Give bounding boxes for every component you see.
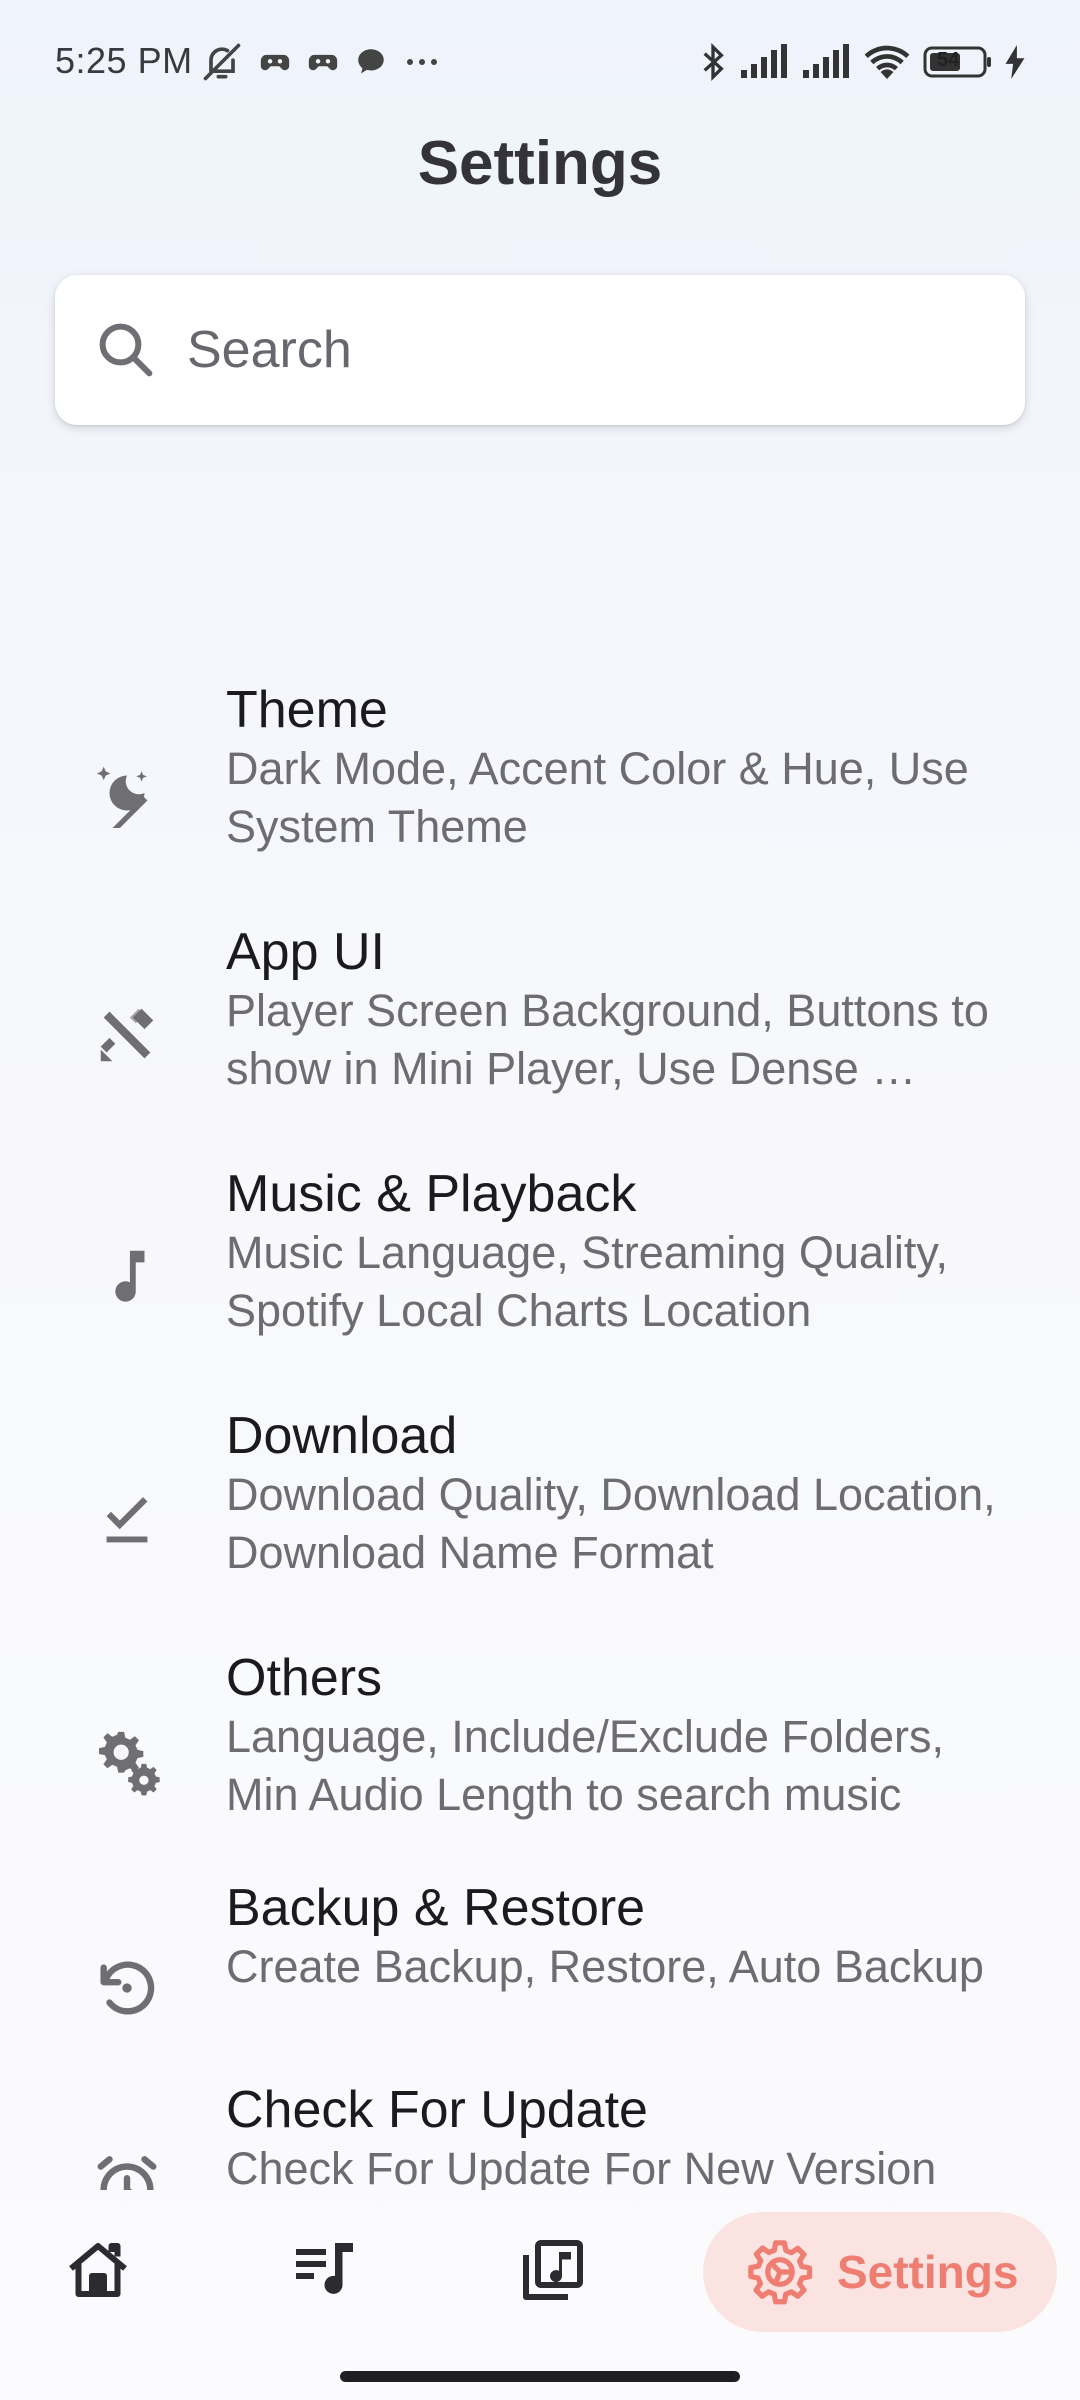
- notification-icons: [200, 40, 442, 84]
- setting-item-app-ui[interactable]: App UI Player Screen Background, Buttons…: [0, 922, 1080, 1162]
- alarm-clock-icon: [97, 2156, 157, 2190]
- setting-item-music-playback[interactable]: Music & Playback Music Language, Streami…: [0, 1164, 1080, 1404]
- setting-item-others[interactable]: Others Language, Include/Exclude Folders…: [0, 1648, 1080, 1888]
- bottom-navigation: Settings: [0, 2190, 1080, 2360]
- setting-subtitle: Language, Include/Exclude Folders, Min A…: [226, 1711, 944, 1820]
- nav-home[interactable]: [58, 2230, 138, 2310]
- setting-item-backup-restore[interactable]: Backup & Restore Create Backup, Restore,…: [0, 1878, 1080, 2088]
- bluetooth-icon: [699, 42, 727, 82]
- setting-subtitle: Download Quality, Download Location, Dow…: [226, 1469, 996, 1578]
- status-bar: 5:25 PM 54: [0, 0, 1080, 120]
- chat-icon: [354, 45, 388, 79]
- wifi-icon: [863, 43, 911, 81]
- settings-list: Theme Dark Mode, Accent Color & Hue, Use…: [0, 680, 1080, 2190]
- download-done-icon: [106, 1497, 148, 1543]
- design-tools-icon: [100, 1008, 154, 1062]
- system-icons: 54: [699, 40, 1025, 84]
- setting-title: Backup & Restore: [226, 1879, 646, 1937]
- setting-item-download[interactable]: Download Download Quality, Download Loca…: [0, 1406, 1080, 1646]
- setting-item-theme[interactable]: Theme Dark Mode, Accent Color & Hue, Use…: [0, 680, 1080, 920]
- nav-settings-active[interactable]: Settings: [703, 2212, 1057, 2332]
- nav-songs[interactable]: [286, 2230, 366, 2310]
- battery-level: 54: [937, 49, 960, 71]
- nav-library[interactable]: [513, 2230, 593, 2310]
- restore-icon: [100, 1961, 155, 2015]
- setting-title: Others: [226, 1649, 383, 1707]
- mute-icon: [200, 40, 244, 84]
- setting-item-check-update[interactable]: Check For Update Check For Update For Ne…: [0, 2080, 1080, 2190]
- settings-icon: [748, 2240, 813, 2305]
- setting-subtitle: Music Language, Streaming Quality, Spoti…: [226, 1227, 949, 1336]
- setting-title: Download: [226, 1407, 458, 1465]
- more-dots-icon: [402, 52, 442, 72]
- charging-icon: [1005, 45, 1025, 79]
- home-indicator[interactable]: [340, 2371, 740, 2382]
- search-input[interactable]: [185, 319, 969, 381]
- setting-subtitle: Dark Mode, Accent Color & Hue, Use Syste…: [226, 743, 969, 852]
- search-bar[interactable]: [55, 275, 1025, 425]
- home-icon: [69, 2243, 127, 2297]
- nav-settings-label: Settings: [837, 2246, 1019, 2298]
- page-title: Settings: [417, 129, 663, 198]
- setting-subtitle: Player Screen Background, Buttons to sho…: [226, 985, 989, 1094]
- music-note-icon: [115, 1250, 145, 1302]
- signal-icon: [801, 44, 851, 80]
- setting-title: App UI: [226, 923, 385, 981]
- queue-music-icon: [296, 2243, 353, 2294]
- setting-subtitle: Check For Update For New Version: [226, 2143, 937, 2190]
- battery-icon: 54: [923, 45, 993, 79]
- signal-icon: [739, 44, 789, 80]
- setting-title: Theme: [226, 681, 388, 739]
- setting-title: Music & Playback: [226, 1165, 637, 1223]
- search-icon: [99, 323, 153, 377]
- game-icon: [306, 45, 340, 79]
- theme-icon: [96, 766, 148, 828]
- game-icon: [258, 45, 292, 79]
- library-music-icon: [523, 2240, 583, 2300]
- setting-title: Check For Update: [226, 2081, 648, 2139]
- status-time: 5:25 PM: [55, 40, 193, 81]
- setting-subtitle: Create Backup, Restore, Auto Backup: [226, 1941, 984, 1992]
- gears-icon: [99, 1731, 160, 1796]
